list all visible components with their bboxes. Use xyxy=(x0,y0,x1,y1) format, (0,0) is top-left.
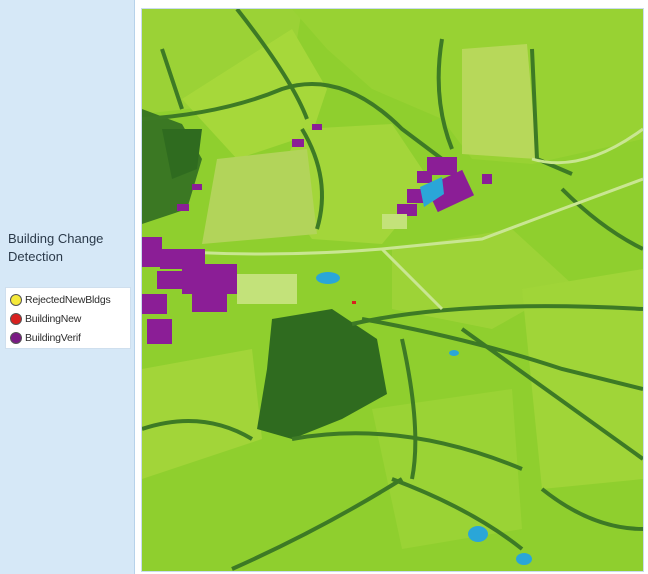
orchard-west xyxy=(202,149,317,244)
legend-label-verified: BuildingVerif xyxy=(25,332,81,344)
legend-item-rejected: RejectedNewBldgs xyxy=(6,292,130,308)
legend-item-verified: BuildingVerif xyxy=(6,330,130,346)
legend-box: RejectedNewBldgs BuildingNew BuildingVer… xyxy=(5,287,131,349)
legend-sidebar: Building Change Detection RejectedNewBld… xyxy=(0,0,135,574)
legend-label-new: BuildingNew xyxy=(25,313,82,325)
legend-label-rejected: RejectedNewBldgs xyxy=(25,294,111,306)
new-swatch-icon xyxy=(10,313,22,325)
field-east xyxy=(522,269,643,489)
legend-item-new: BuildingNew xyxy=(6,311,130,327)
orchard-north xyxy=(462,44,537,159)
map-canvas[interactable] xyxy=(142,9,643,571)
verified-swatch-icon xyxy=(10,332,22,344)
map-view[interactable] xyxy=(141,8,644,572)
rejected-swatch-icon xyxy=(10,294,22,306)
panel-title: Building Change Detection xyxy=(8,231,104,264)
